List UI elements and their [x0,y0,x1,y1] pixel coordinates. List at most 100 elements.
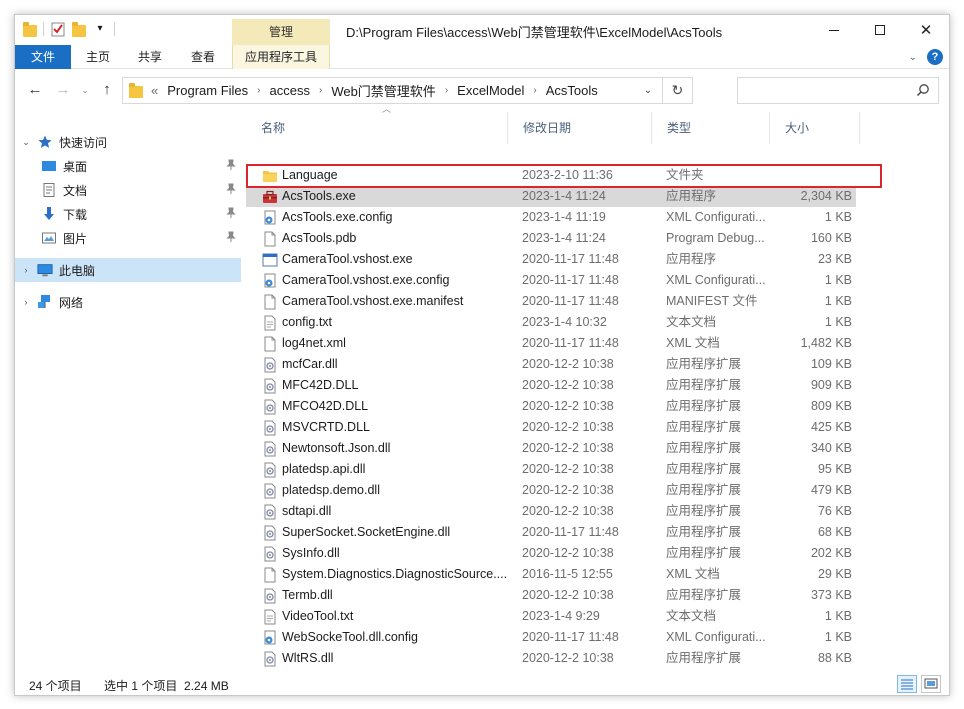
file-row[interactable]: config.txt 2023-1-4 10:32 文本文档 1 KB [246,312,856,333]
file-row[interactable]: WebSockeTool.dll.config 2020-11-17 11:48 X… [246,627,856,648]
sidebar-item-pictures[interactable]: 图片 [15,226,241,250]
file-name: platedsp.api.dll [282,462,366,476]
file-row[interactable]: SysInfo.dll 2020-12-2 10:38 应用程序扩展 202 KB [246,543,856,564]
sidebar-item-label: 此电脑 [59,263,96,278]
tab-view[interactable]: 查看 [182,45,224,69]
file-name: System.Diagnostics.DiagnosticSource.... [282,567,508,581]
minimize-button[interactable] [811,15,857,45]
file-row[interactable]: mcfCar.dll 2020-12-2 10:38 应用程序扩展 109 KB [246,354,856,375]
new-folder-icon[interactable] [72,21,86,37]
star-icon [37,134,53,150]
chevron-right-icon[interactable]: › [533,85,536,96]
column-header-date[interactable]: 修改日期 [508,112,652,144]
text-file-icon [262,609,278,625]
file-row[interactable]: Newtonsoft.Json.dll 2020-12-2 10:38 应用程序扩展… [246,438,856,459]
chevron-down-icon[interactable]: ⌄ [19,137,33,148]
config-icon [262,273,278,289]
manage-context-tab[interactable]: 管理 [232,19,330,45]
search-input[interactable] [738,78,908,103]
chevron-right-icon[interactable]: › [319,85,322,96]
address-bar[interactable]: « Program Files › access › Web门禁管理软件 › E… [122,77,693,104]
file-row[interactable]: SuperSocket.SocketEngine.dll 2020-11-17 1… [246,522,856,543]
close-button[interactable]: ✕ [903,15,949,45]
file-row[interactable]: platedsp.api.dll 2020-12-2 10:38 应用程序扩展 95 … [246,459,856,480]
maximize-button[interactable] [857,15,903,45]
up-button[interactable]: ↑ [97,80,117,100]
tab-file[interactable]: 文件 [15,45,71,69]
back-button[interactable]: ← [25,80,45,100]
file-row[interactable]: AcsTools.exe.config 2023-1-4 11:19 XML Con… [246,207,856,228]
file-row[interactable]: Language 2023-2-10 11:36 文件夹 [246,165,856,186]
file-type: 文本文档 [666,315,717,329]
file-type: 应用程序扩展 [666,483,742,497]
recent-locations-button[interactable]: ⌄ [75,80,95,100]
breadcrumb-web-software[interactable]: Web门禁管理软件 [331,81,436,100]
breadcrumb-overflow[interactable]: « [151,83,158,98]
file-row[interactable]: CameraTool.vshost.exe 2020-11-17 11:48 应用程… [246,249,856,270]
sidebar-item-network[interactable]: › 网络 [15,290,241,314]
pin-icon[interactable] [225,231,237,243]
dll-icon [262,483,278,499]
tab-home[interactable]: 主页 [77,45,119,69]
breadcrumb-excelmodel[interactable]: ExcelModel [457,83,524,98]
pin-icon[interactable] [225,207,237,219]
file-row[interactable]: CameraTool.vshost.exe.manifest 2020-11-17… [246,291,856,312]
file-name: VideoTool.txt [282,609,354,623]
sidebar-item-label: 文档 [63,183,88,198]
chevron-right-icon[interactable]: › [445,85,448,96]
file-row[interactable]: MFC42D.DLL 2020-12-2 10:38 应用程序扩展 909 KB [246,375,856,396]
refresh-button[interactable]: ↻ [662,78,692,103]
sidebar-item-quick-access[interactable]: ⌄ 快速访问 [15,130,241,154]
chevron-right-icon[interactable]: › [19,265,33,275]
file-size: 1,482 KB [800,336,852,350]
computer-icon [37,262,53,278]
forward-button[interactable]: → [53,80,73,100]
file-size: 373 KB [810,588,852,602]
file-row[interactable]: VideoTool.txt 2023-1-4 9:29 文本文档 1 KB [246,606,856,627]
customize-toolbar-icon[interactable]: ▾ [92,21,108,37]
chevron-right-icon[interactable]: › [19,297,33,307]
navigation-pane: ⌄ 快速访问 桌面 文档 下载 图片 › 此电脑 › 网络 [15,112,241,657]
file-row[interactable]: Termb.dll 2020-12-2 10:38 应用程序扩展 373 KB [246,585,856,606]
column-header-type[interactable]: 类型 [652,112,770,144]
file-row[interactable]: System.Diagnostics.DiagnosticSource.... 2… [246,564,856,585]
dll-icon [262,357,278,373]
help-icon[interactable]: ? [927,49,943,65]
file-date: 2020-11-17 11:48 [522,525,619,539]
sidebar-item-this-pc[interactable]: › 此电脑 [15,258,241,282]
file-type: 应用程序 [666,189,717,203]
file-row[interactable]: MSVCRTD.DLL 2020-12-2 10:38 应用程序扩展 425 KB [246,417,856,438]
breadcrumb-acstools[interactable]: AcsTools [546,83,598,98]
sidebar-item-downloads[interactable]: 下载 [15,202,241,226]
tab-application-tools[interactable]: 应用程序工具 [232,45,330,69]
properties-icon[interactable] [50,21,66,37]
expand-ribbon-icon[interactable]: ⌄ [909,52,917,63]
address-dropdown-button[interactable]: ⌄ [636,78,660,103]
file-row[interactable]: CameraTool.vshost.exe.config 2020-11-17 1… [246,270,856,291]
breadcrumb-access[interactable]: access [270,83,310,98]
refresh-icon: ↻ [671,82,684,98]
file-row[interactable]: WltRS.dll 2020-12-2 10:38 应用程序扩展 88 KB [246,648,856,669]
column-header-size[interactable]: 大小 [770,112,860,144]
column-header-name[interactable]: 名称 [246,112,508,144]
file-row[interactable]: platedsp.demo.dll 2020-12-2 10:38 应用程序扩展 47… [246,480,856,501]
breadcrumb-program-files[interactable]: Program Files [167,83,248,98]
file-row[interactable]: AcsTools.exe 2023-1-4 11:24 应用程序 2,304 KB [246,186,856,207]
file-row[interactable]: log4net.xml 2020-11-17 11:48 XML 文档 1,482 K… [246,333,856,354]
tab-share[interactable]: 共享 [129,45,171,69]
search-box[interactable] [737,77,939,104]
file-row[interactable]: AcsTools.pdb 2023-1-4 11:24 Program Debug.… [246,228,856,249]
pin-icon[interactable] [225,183,237,195]
chevron-right-icon[interactable]: › [257,85,260,96]
sidebar-item-label: 下载 [63,207,88,222]
search-icon[interactable] [916,83,930,97]
file-row[interactable]: MFCO42D.DLL 2020-12-2 10:38 应用程序扩展 809 KB [246,396,856,417]
file-row[interactable]: sdtapi.dll 2020-12-2 10:38 应用程序扩展 76 KB [246,501,856,522]
large-icons-view-button[interactable] [921,675,941,693]
sidebar-item-desktop[interactable]: 桌面 [15,154,241,178]
file-size: 109 KB [810,357,852,371]
pin-icon[interactable] [225,159,237,171]
sidebar-item-documents[interactable]: 文档 [15,178,241,202]
sidebar-item-label: 网络 [59,295,84,310]
details-view-button[interactable] [897,675,917,693]
